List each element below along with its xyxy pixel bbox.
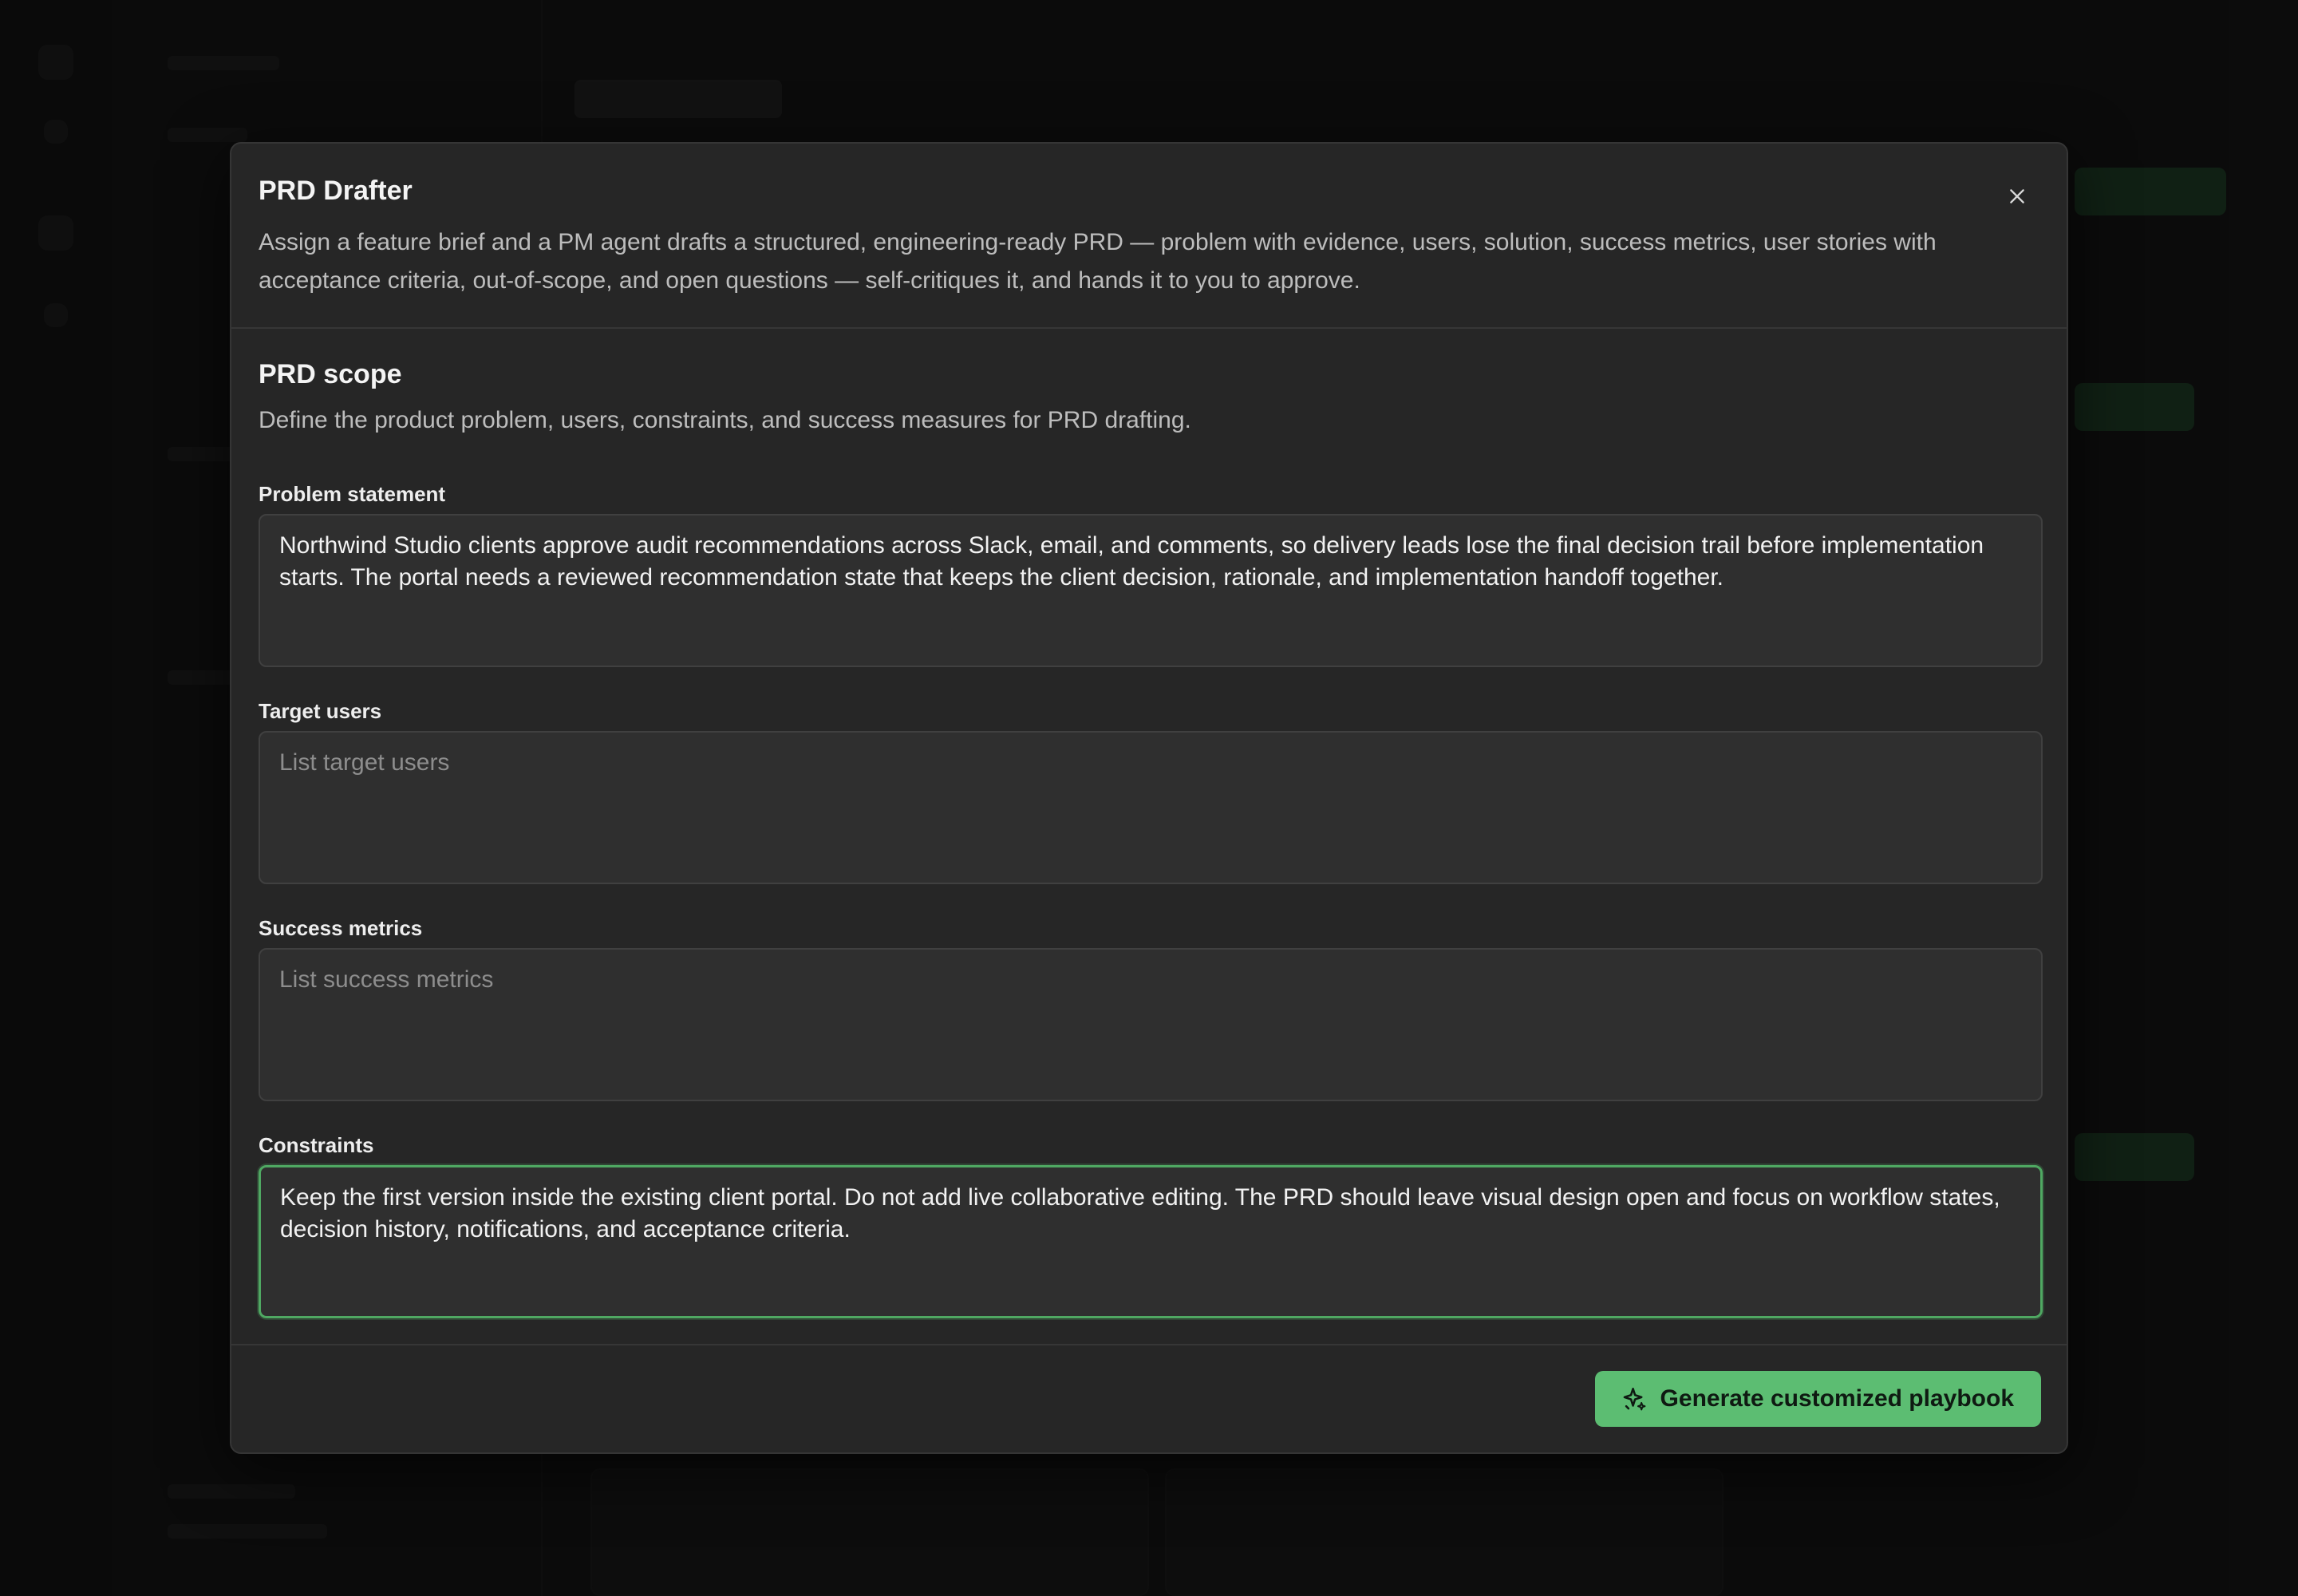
sparkle-icon: [1623, 1387, 1645, 1411]
success-metrics-input[interactable]: List success metrics: [259, 948, 2043, 1101]
close-icon: [2010, 189, 2024, 203]
constraints-label: Constraints: [259, 1133, 374, 1157]
success-metrics-label: Success metrics: [259, 916, 423, 940]
section-description: Define the product problem, users, const…: [259, 407, 1191, 433]
target-users-label: Target users: [259, 699, 382, 723]
section-title: PRD scope: [259, 359, 402, 389]
target-users-input[interactable]: List target users: [259, 731, 2043, 884]
close-button[interactable]: [2000, 179, 2035, 214]
modal-header: PRD Drafter Assign a feature brief and a…: [231, 144, 2067, 329]
generate-playbook-label: Generate customized playbook: [1660, 1385, 2014, 1412]
modal-footer: Generate customized playbook: [231, 1344, 2067, 1454]
generate-playbook-button[interactable]: Generate customized playbook: [1594, 1371, 2041, 1427]
modal-title: PRD Drafter: [259, 176, 413, 206]
constraints-input[interactable]: Keep the first version inside the existi…: [259, 1165, 2043, 1318]
problem-statement-input[interactable]: Northwind Studio clients approve audit r…: [259, 514, 2043, 667]
problem-statement-label: Problem statement: [259, 482, 446, 506]
modal-description: Assign a feature brief and a PM agent dr…: [259, 229, 1937, 294]
prd-drafter-modal: PRD Drafter Assign a feature brief and a…: [230, 142, 2068, 1454]
